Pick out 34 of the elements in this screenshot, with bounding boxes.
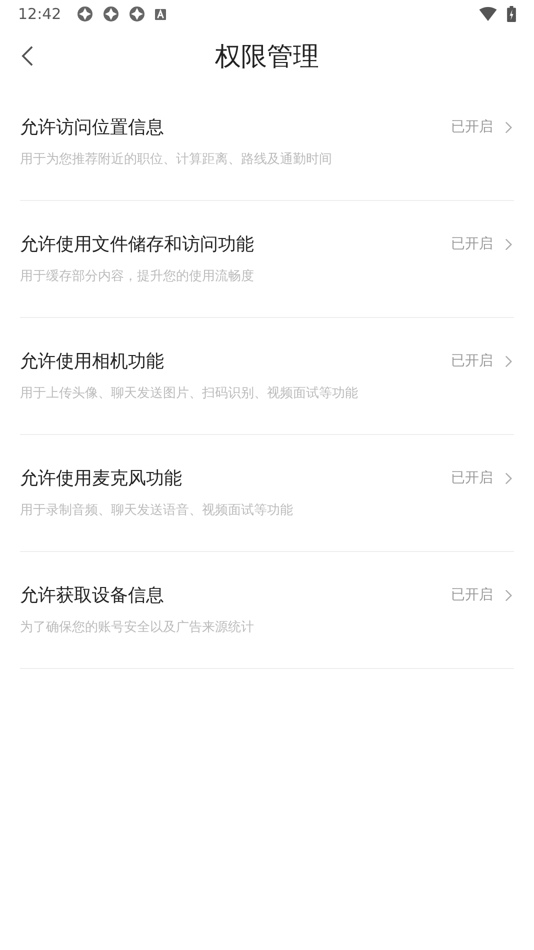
permission-description: 用于上传头像、聊天发送图片、扫码识别、视频面试等功能	[20, 385, 358, 403]
status-time: 12:42	[18, 5, 62, 23]
keyboard-icon	[155, 8, 166, 20]
notification-icon	[77, 6, 94, 22]
permission-status: 已开启	[451, 352, 493, 370]
permission-description: 用于为您推荐附近的职位、计算距离、路线及通勤时间	[20, 151, 332, 169]
permission-title: 允许获取设备信息	[20, 584, 165, 607]
permission-title: 允许使用麦克风功能	[20, 467, 183, 490]
page-title: 权限管理	[215, 40, 319, 74]
permission-item[interactable]: 允许访问位置信息 已开启 用于为您推荐附近的职位、计算距离、路线及通勤时间	[20, 84, 514, 201]
permission-title: 允许访问位置信息	[20, 116, 165, 139]
chevron-icon	[505, 472, 512, 484]
chevron-icon	[505, 354, 512, 368]
permission-item[interactable]: 允许获取设备信息 已开启 为了确保您的账号安全以及广告来源统计	[20, 552, 514, 669]
chevron-icon	[505, 588, 512, 602]
permission-status: 已开启	[451, 586, 493, 604]
permission-status: 已开启	[451, 469, 493, 487]
permission-item[interactable]: 允许使用麦克风功能 已开启 用于录制音频、聊天发送语音、视频面试等功能	[20, 435, 514, 552]
permission-title: 允许使用文件储存和访问功能	[20, 233, 255, 256]
permission-status: 已开启	[451, 118, 493, 136]
permission-status: 已开启	[451, 235, 493, 253]
wifi-icon	[479, 7, 497, 21]
chevron-icon	[505, 238, 512, 250]
permission-description: 为了确保您的账号安全以及广告来源统计	[20, 619, 254, 637]
notification-icon	[103, 6, 120, 22]
permission-item[interactable]: 允许使用相机功能 已开启 用于上传头像、聊天发送图片、扫码识别、视频面试等功能	[20, 318, 514, 435]
permission-description: 用于录制音频、聊天发送语音、视频面试等功能	[20, 502, 293, 520]
permission-item[interactable]: 允许使用文件储存和访问功能 已开启 用于缓存部分内容，提升您的使用流畅度	[20, 201, 514, 318]
back-icon[interactable]	[21, 45, 34, 67]
permission-title: 允许使用相机功能	[20, 350, 165, 373]
permission-description: 用于缓存部分内容，提升您的使用流畅度	[20, 268, 254, 286]
chevron-icon	[505, 120, 512, 134]
notification-icon	[129, 6, 146, 22]
battery-icon	[507, 6, 516, 22]
